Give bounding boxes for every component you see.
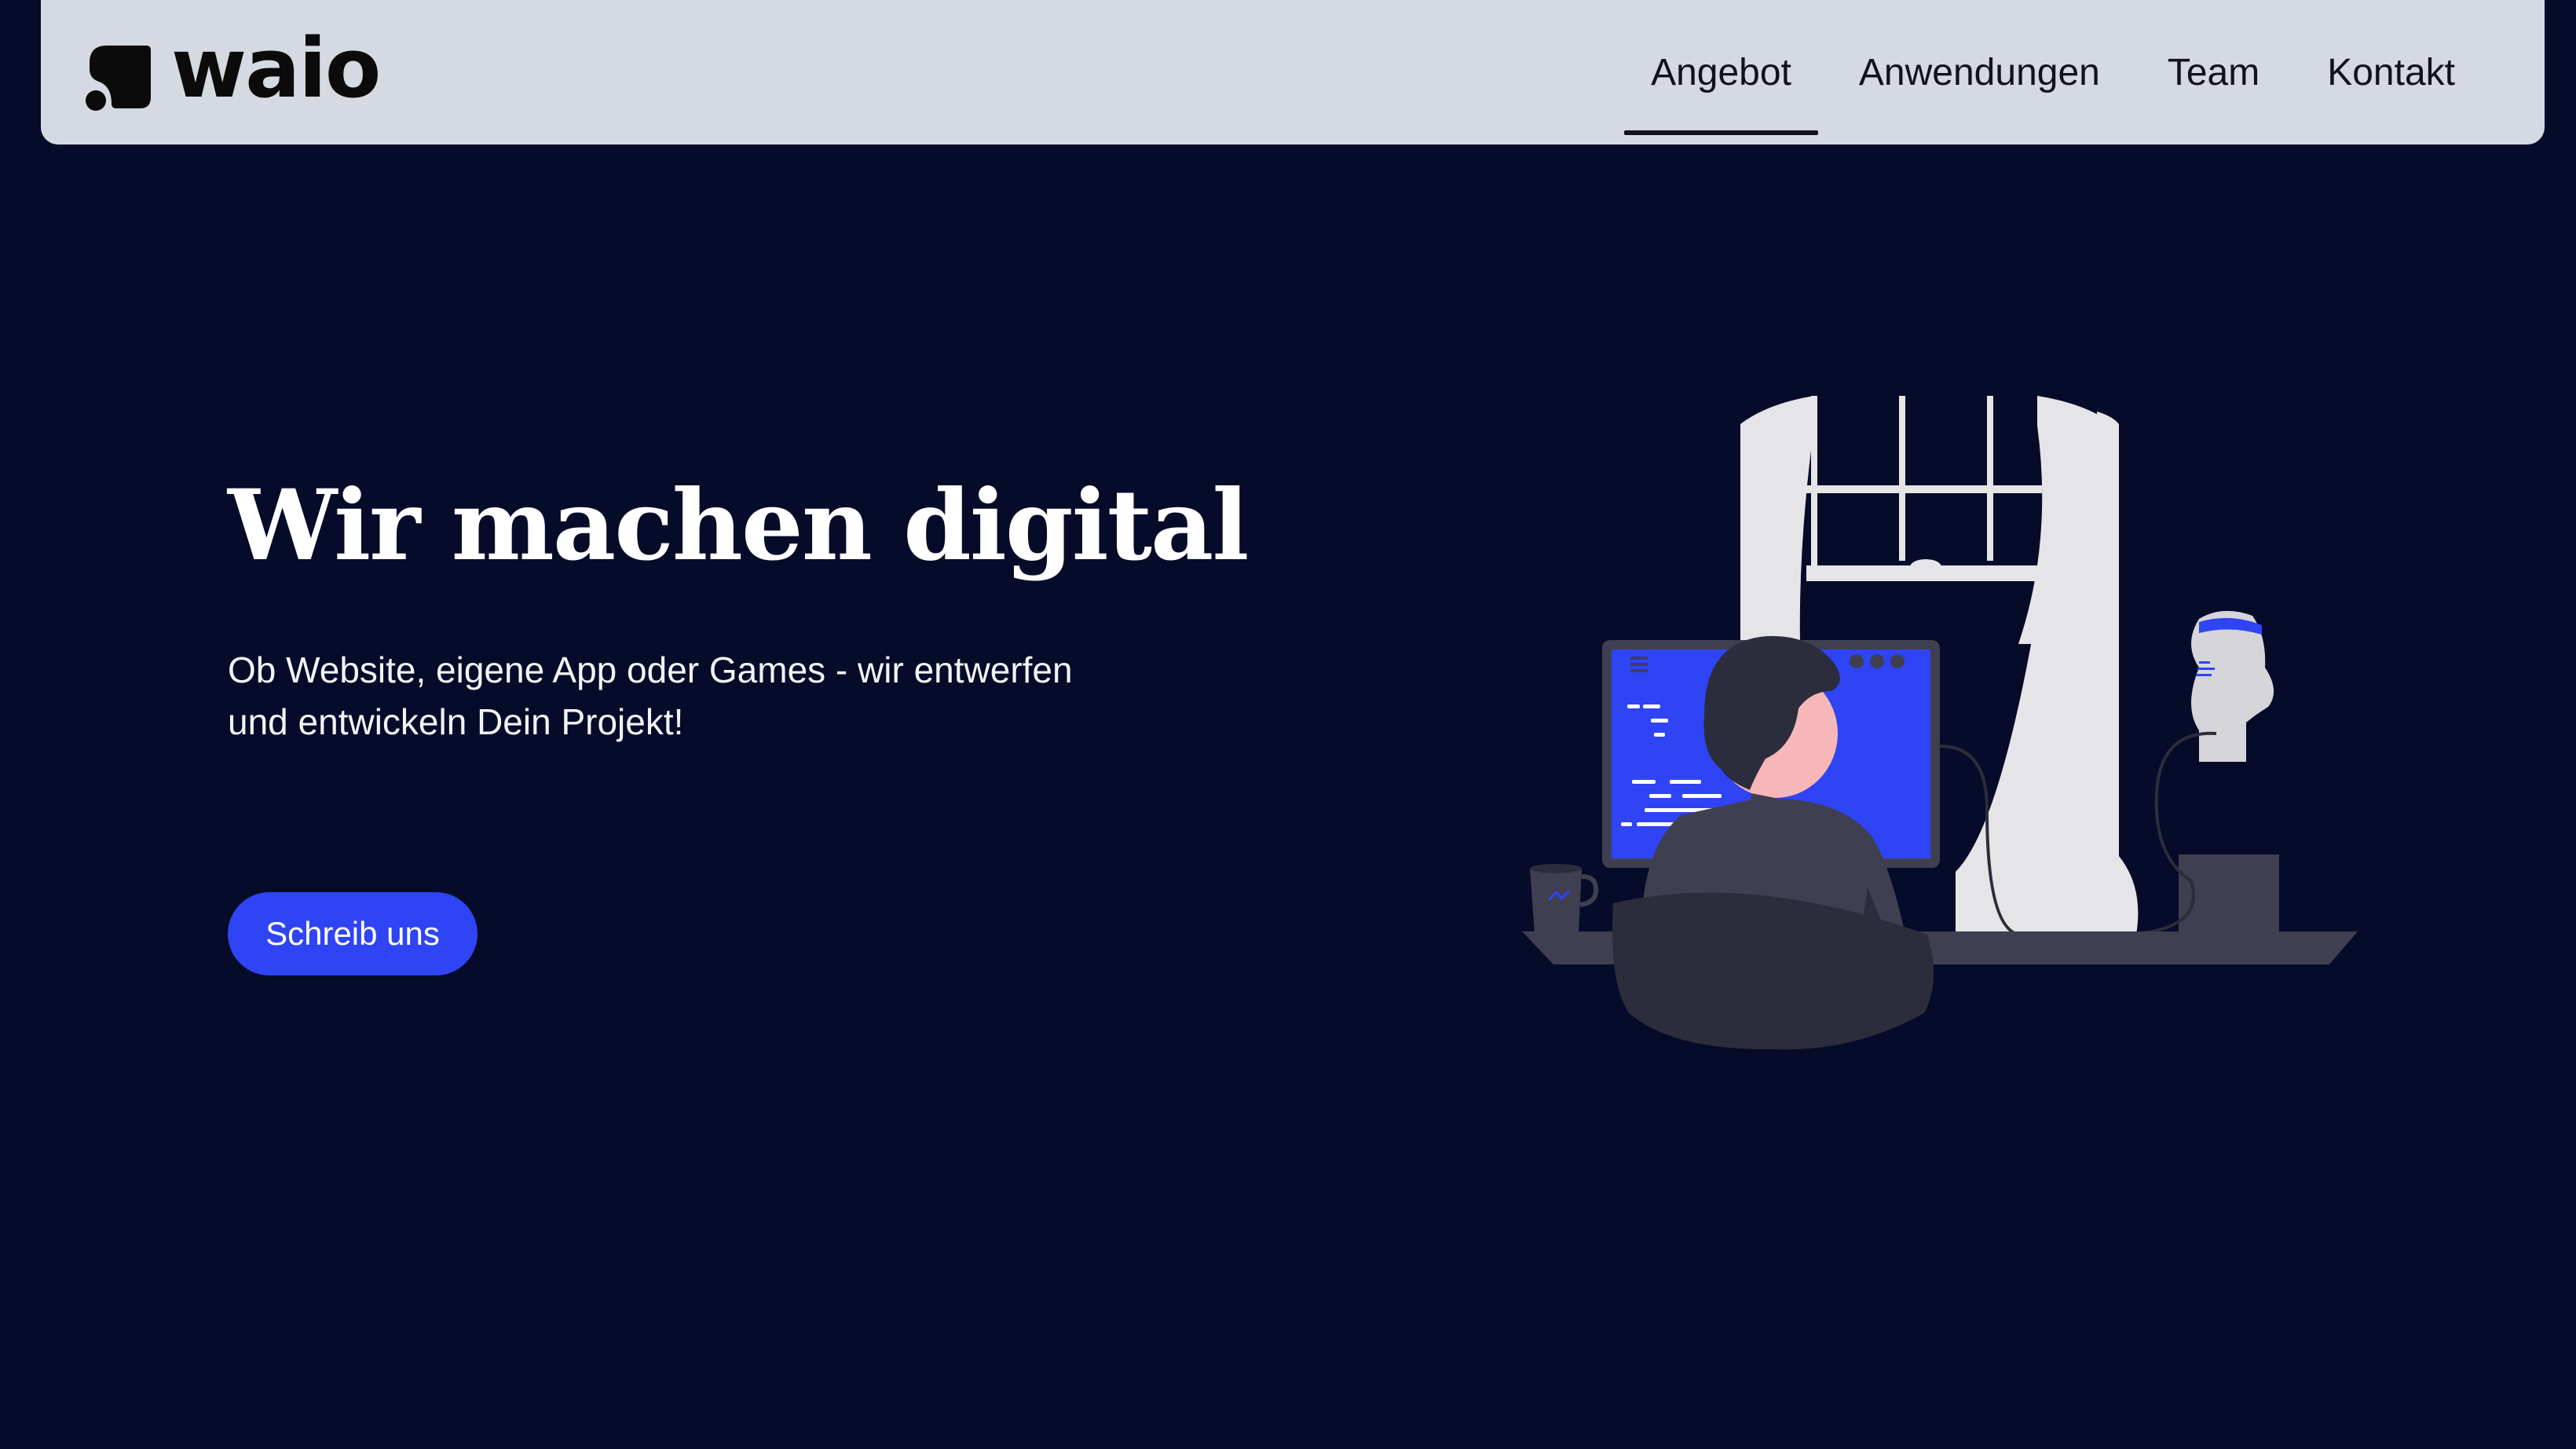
nav-item-kontakt[interactable]: Kontakt [2300,0,2482,145]
nav-item-angebot[interactable]: Angebot [1624,0,1818,145]
developer-at-desk-illustration [1522,396,2358,1050]
main-nav: Angebot Anwendungen Team Kontakt [1610,0,2482,145]
hero-title: Wir machen digital [228,469,1249,583]
hero-subtitle: Ob Website, eigene App oder Games - wir … [228,644,1139,748]
logo[interactable]: waio [83,20,381,118]
logo-text: waio [171,20,381,116]
hero-subtitle-line1: Ob Website, eigene App oder Games - wir … [228,649,1073,690]
contact-cta-button[interactable]: Schreib uns [228,892,478,975]
nav-item-anwendungen[interactable]: Anwendungen [1832,0,2127,145]
hero-subtitle-line2: und entwickeln Dein Projekt! [228,701,684,742]
logo-mark-icon [86,46,151,111]
nav-item-team[interactable]: Team [2141,0,2286,145]
page: waio Angebot Anwendungen Team Kontakt Wi… [0,0,2576,1449]
mannequin-head-illustration [2112,610,2279,947]
mug-illustration [1530,864,1599,935]
navbar: waio Angebot Anwendungen Team Kontakt [41,0,2545,145]
